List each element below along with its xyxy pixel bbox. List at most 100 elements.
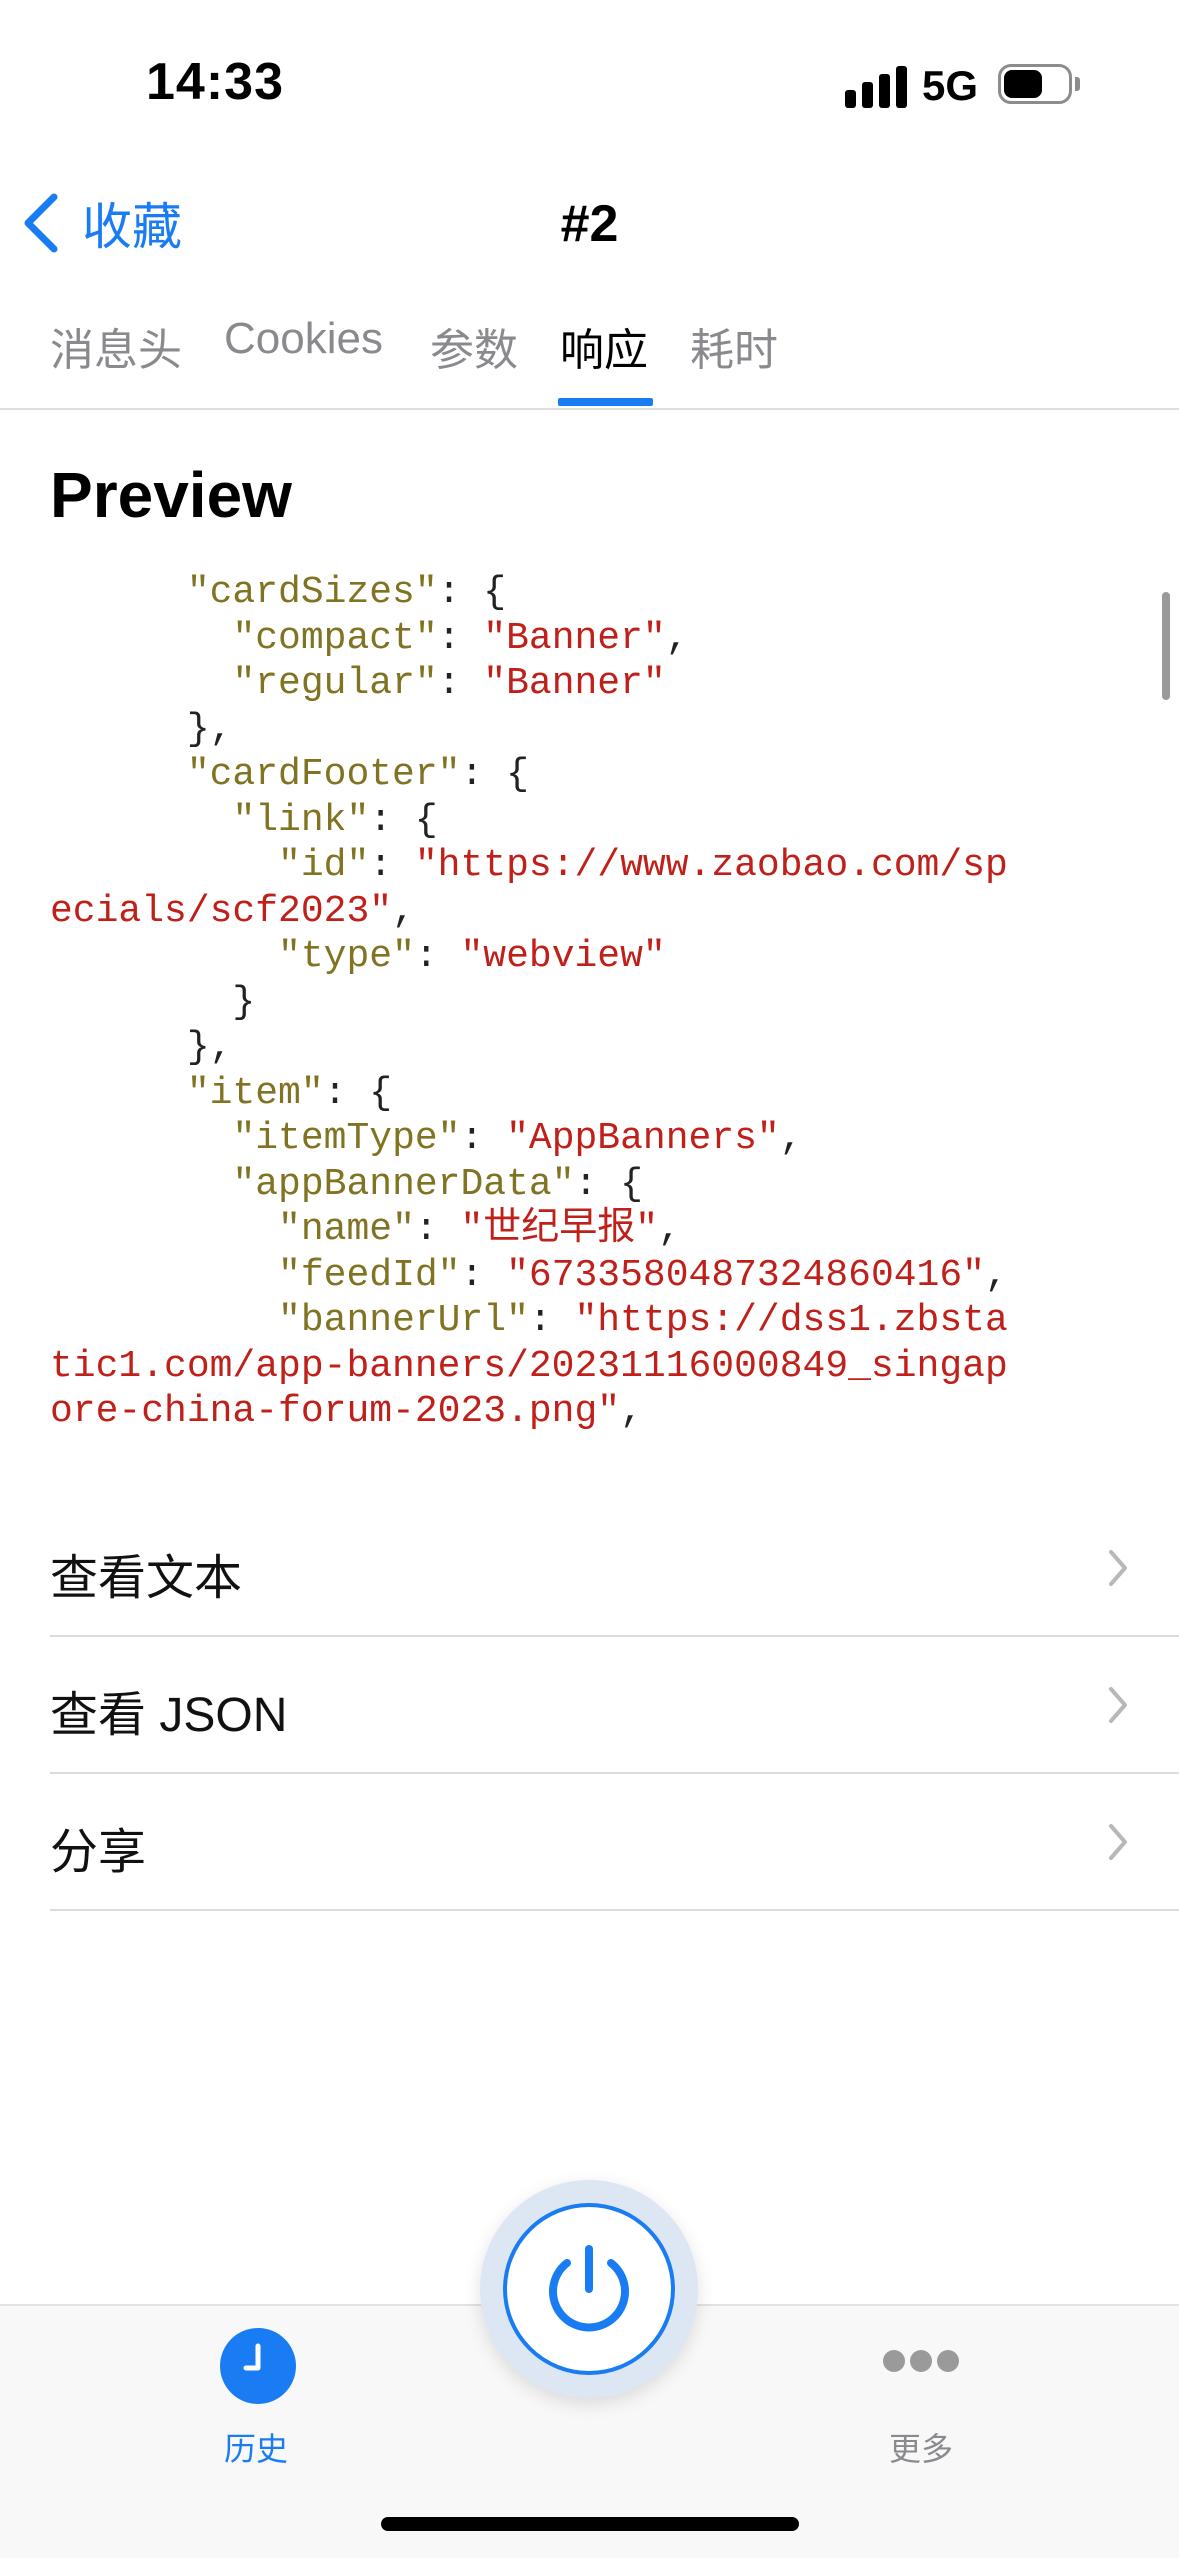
tab-headers[interactable]: 消息头 <box>50 314 182 378</box>
json-punct: : { <box>437 571 507 614</box>
json-punct <box>50 662 232 705</box>
json-punct: : { <box>323 1071 393 1115</box>
action-list: 查看文本 查看 JSON 分享 <box>50 1500 1179 1911</box>
more-label: 更多 <box>888 2431 953 2467</box>
home-indicator <box>381 2517 799 2531</box>
json-code: "cardSizes": { "compact": "Banner", "reg… <box>50 570 1130 1435</box>
json-line: } <box>50 980 1130 1026</box>
json-punct <box>50 1163 232 1206</box>
json-line: "regular": "Banner" <box>50 661 1130 707</box>
json-line: ore-china-forum-2023.png", <box>50 1389 1130 1435</box>
json-line: "link": { <box>50 798 1130 844</box>
json-punct: }, <box>50 707 233 751</box>
json-punct <box>50 935 278 978</box>
tab-timing[interactable]: 耗时 <box>690 314 778 378</box>
json-key: "link" <box>232 798 370 842</box>
json-key: "cardFooter" <box>186 753 461 796</box>
json-key: "id" <box>278 844 370 887</box>
segment-tabs: 消息头 Cookies 参数 响应 耗时 <box>0 300 1179 410</box>
page-title: #2 <box>560 195 619 253</box>
json-key: "feedId" <box>278 1253 461 1297</box>
status-time: 14:33 <box>146 53 284 111</box>
tab-params[interactable]: 参数 <box>430 314 518 378</box>
json-line: }, <box>50 707 1130 753</box>
cellular-signal-icon <box>845 66 907 108</box>
json-punct: , <box>658 1208 681 1251</box>
json-punct <box>50 1299 278 1342</box>
json-string: "https://dss1.zbsta <box>574 1299 1008 1342</box>
json-key: "appBannerData" <box>232 1162 575 1206</box>
preview-heading: Preview <box>50 459 292 531</box>
chevron-right-icon <box>1109 1824 1127 1860</box>
power-icon <box>549 2245 629 2332</box>
chevron-right-icon <box>1109 1550 1127 1586</box>
json-punct: , <box>984 1253 1008 1297</box>
share-row[interactable]: 分享 <box>50 1774 1179 1911</box>
json-line: "item": { <box>50 1071 1130 1117</box>
tab-cookies[interactable]: Cookies <box>224 314 383 364</box>
json-punct: : { <box>460 753 529 796</box>
view-json-row[interactable]: 查看 JSON <box>50 1637 1179 1774</box>
json-punct <box>50 844 278 887</box>
json-punct: : { <box>369 798 438 842</box>
json-string: tic1.com/app-banners/20231116000849_sing… <box>50 1344 1008 1388</box>
json-string: "Banner" <box>483 616 666 660</box>
json-punct <box>50 571 187 614</box>
json-line: "cardFooter": { <box>50 752 1130 798</box>
json-line: "bannerUrl": "https://dss1.zbsta <box>50 1298 1130 1344</box>
json-line: "type": "webview" <box>50 934 1130 980</box>
json-line: ecials/scf2023", <box>50 889 1130 935</box>
tab-response[interactable]: 响应 <box>560 314 648 378</box>
json-punct: : <box>414 1208 461 1251</box>
battery-level <box>1004 70 1042 98</box>
json-string: ecials/scf2023" <box>50 889 393 933</box>
json-key: "item" <box>186 1071 324 1115</box>
json-punct: : <box>460 1117 507 1160</box>
json-punct: , <box>620 1390 643 1433</box>
chevron-right-icon <box>1109 1687 1127 1723</box>
scrollbar[interactable] <box>1162 592 1170 700</box>
json-line: "compact": "Banner", <box>50 616 1130 662</box>
json-punct <box>50 1254 278 1297</box>
json-key: "regular" <box>232 662 438 705</box>
json-punct: , <box>392 889 415 933</box>
json-string: "6733580487324860416" <box>506 1253 985 1297</box>
network-type: 5G <box>922 62 979 109</box>
history-clock-icon <box>220 2328 296 2404</box>
json-line: }, <box>50 1025 1130 1071</box>
json-line: "name": "世纪早报", <box>50 1207 1130 1253</box>
history-label: 历史 <box>223 2431 288 2467</box>
json-punct: , <box>779 1117 803 1160</box>
json-punct: : <box>414 935 461 978</box>
json-key: "compact" <box>232 616 438 660</box>
navigation-bar: 收藏 #2 <box>0 170 1179 280</box>
json-string: "webview" <box>460 935 666 978</box>
share-label: 分享 <box>50 1826 147 1879</box>
json-punct <box>50 617 232 660</box>
json-key: "type" <box>278 935 415 978</box>
json-string: ore-china-forum-2023.png" <box>50 1390 621 1433</box>
json-line: "itemType": "AppBanners", <box>50 1116 1130 1162</box>
battery-tip <box>1075 77 1080 91</box>
json-punct: }, <box>50 1026 233 1069</box>
json-line: tic1.com/app-banners/20231116000849_sing… <box>50 1344 1130 1390</box>
json-line: "feedId": "6733580487324860416", <box>50 1253 1130 1299</box>
tab-more[interactable]: 更多 <box>821 2306 1021 2506</box>
view-text-row[interactable]: 查看文本 <box>50 1500 1179 1637</box>
json-punct <box>50 799 232 842</box>
json-punct: : <box>460 1253 507 1297</box>
tab-history[interactable]: 历史 <box>156 2306 356 2506</box>
json-key: "bannerUrl" <box>278 1299 529 1342</box>
json-punct: : { <box>574 1162 643 1206</box>
json-preview[interactable]: "cardSizes": { "compact": "Banner", "reg… <box>50 570 1130 1450</box>
capture-power-button[interactable] <box>503 2203 675 2375</box>
json-string: "https://www.zaobao.com/sp <box>414 844 1008 887</box>
view-text-label: 查看文本 <box>50 1552 243 1605</box>
active-tab-indicator <box>558 398 653 406</box>
view-json-label: 查看 JSON <box>50 1689 288 1742</box>
json-line: "id": "https://www.zaobao.com/sp <box>50 843 1130 889</box>
json-string: "Banner" <box>483 662 666 705</box>
json-string: "AppBanners" <box>506 1117 780 1160</box>
json-line: "cardSizes": { <box>50 570 1130 616</box>
json-key: "itemType" <box>232 1117 461 1160</box>
